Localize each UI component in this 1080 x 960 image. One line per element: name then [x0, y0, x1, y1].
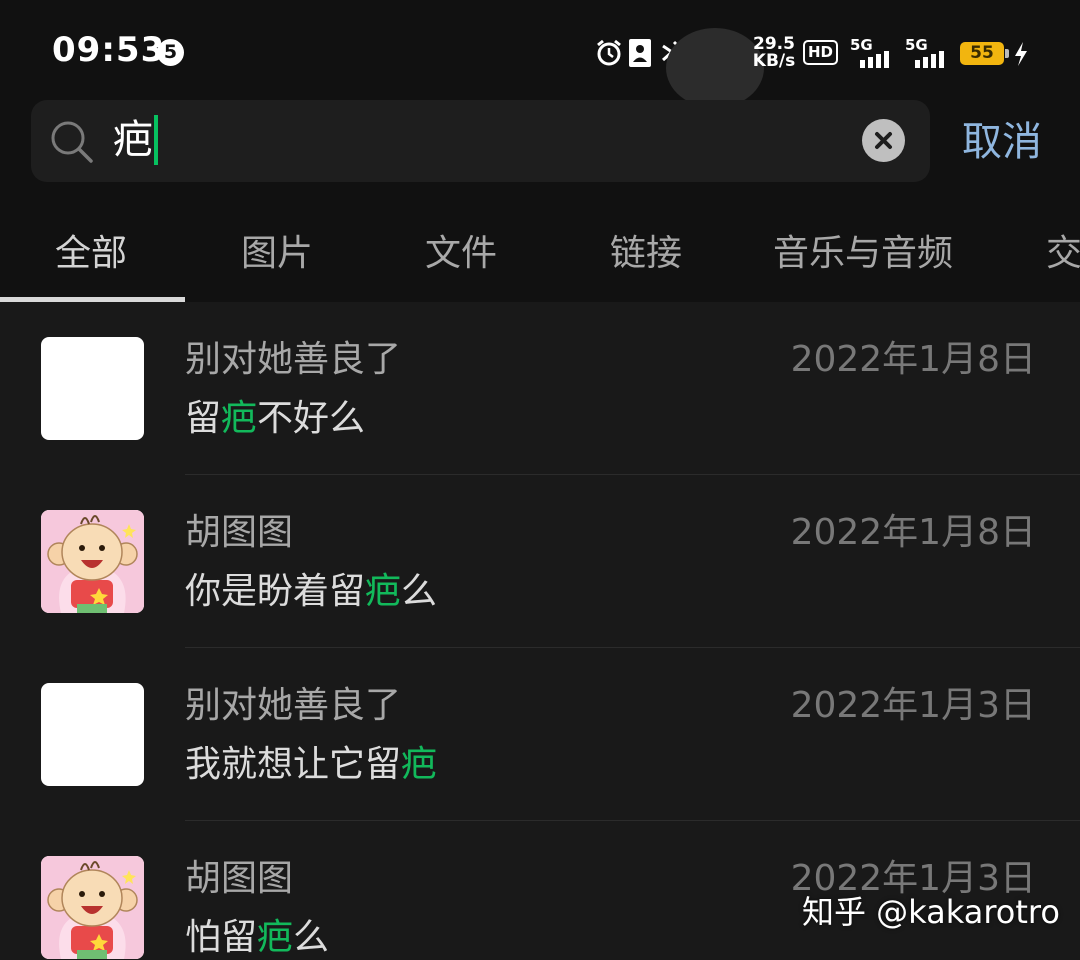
tab-more-truncated[interactable]: 交	[1046, 232, 1080, 276]
list-item[interactable]: 胡图图 2022年1月8日 你是盼着留疤么	[0, 475, 1080, 648]
wechat-search-screen: 09:53 5 29.5 KB/s HD 5G 5G 55 疤 取消 全部 图片…	[0, 0, 1080, 960]
snippet-match: 疤	[257, 917, 294, 958]
snippet-match: 疤	[221, 398, 258, 439]
sender-name: 胡图图	[185, 858, 294, 899]
network-speed: 29.5 KB/s	[752, 36, 796, 70]
search-category-tabs: 全部 图片 文件 链接 音乐与音频 交	[0, 210, 1080, 302]
redaction-blur	[666, 28, 764, 108]
message-date: 2022年1月3日	[790, 685, 1036, 726]
message-snippet: 你是盼着留疤么	[185, 570, 437, 614]
alarm-icon	[594, 38, 624, 72]
tab-all[interactable]: 全部	[55, 232, 127, 276]
snippet-match: 疤	[365, 571, 402, 612]
signal-bars-icon	[915, 51, 944, 68]
cartoon-boy-avatar-icon	[41, 856, 144, 959]
snippet-after: 不好么	[257, 398, 366, 439]
list-item[interactable]: 别对她善良了 2022年1月8日 留疤不好么	[0, 302, 1080, 475]
avatar	[41, 337, 144, 440]
clear-search-icon[interactable]	[862, 119, 905, 162]
message-snippet: 我就想让它留疤	[185, 743, 437, 787]
signal-bars-icon	[860, 51, 889, 68]
signal-sim2: 5G	[905, 36, 953, 68]
snippet-match: 疤	[401, 744, 438, 785]
tab-music-audio[interactable]: 音乐与音频	[773, 232, 953, 276]
avatar	[41, 683, 144, 786]
snippet-before: 怕留	[185, 917, 258, 958]
list-item[interactable]: 胡图图 2022年1月3日 怕留疤么	[0, 821, 1080, 960]
notification-count-badge: 5	[157, 39, 184, 66]
list-item[interactable]: 别对她善良了 2022年1月3日 我就想让它留疤	[0, 648, 1080, 821]
message-snippet: 留疤不好么	[185, 397, 365, 441]
search-icon	[49, 119, 95, 169]
sender-name: 胡图图	[185, 512, 294, 553]
snippet-before: 你是盼着留	[185, 571, 366, 612]
snippet-after: 么	[401, 571, 438, 612]
avatar	[41, 856, 144, 959]
charging-icon	[1013, 42, 1029, 70]
snippet-before: 我就想让它留	[185, 744, 402, 785]
status-time: 09:53	[52, 30, 166, 70]
snippet-after: 么	[293, 917, 330, 958]
text-cursor	[154, 115, 158, 165]
cartoon-boy-avatar-icon	[41, 510, 144, 613]
tab-images[interactable]: 图片	[241, 232, 313, 276]
avatar	[41, 510, 144, 613]
zhihu-watermark: 知乎 @kakarotro	[802, 893, 1060, 931]
search-input[interactable]: 疤	[31, 100, 930, 182]
snippet-before: 留	[185, 398, 222, 439]
tab-links[interactable]: 链接	[610, 232, 682, 276]
search-results-list: 别对她善良了 2022年1月8日 留疤不好么 胡图图 2022年1月8日 你是盼…	[0, 302, 1080, 960]
hd-voice-badge: HD	[803, 40, 839, 65]
search-query-text: 疤	[113, 117, 153, 163]
tab-files[interactable]: 文件	[425, 232, 497, 276]
message-date: 2022年1月8日	[790, 339, 1036, 380]
cancel-button[interactable]: 取消	[962, 118, 1042, 166]
sender-name: 别对她善良了	[185, 339, 402, 380]
sender-name: 别对她善良了	[185, 685, 402, 726]
battery-indicator: 55	[960, 42, 1009, 65]
contact-card-icon	[628, 38, 652, 72]
signal-sim1: 5G	[850, 36, 898, 68]
message-snippet: 怕留疤么	[185, 916, 329, 960]
message-date: 2022年1月8日	[790, 512, 1036, 553]
status-bar: 09:53 5 29.5 KB/s HD 5G 5G 55	[0, 0, 1080, 108]
network-speed-unit: KB/s	[752, 51, 796, 71]
